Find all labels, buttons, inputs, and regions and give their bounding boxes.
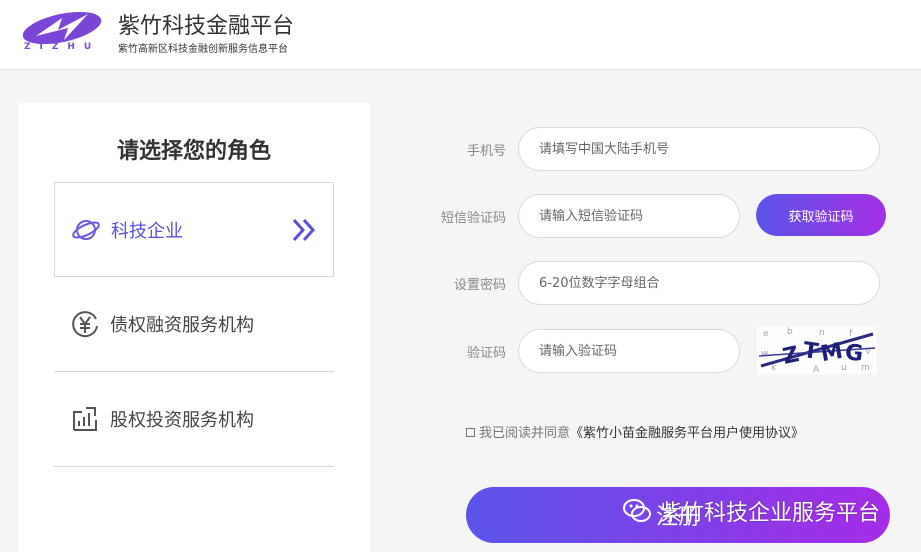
agreement-link[interactable]: 《紫竹小苗金融服务平台用户使用协议》 (570, 426, 804, 441)
role-title: 请选择您的角色 (116, 139, 271, 164)
password-input[interactable] (518, 261, 880, 305)
double-chevron-right-icon (292, 218, 316, 242)
sms-code-label: 短信验证码 (440, 211, 506, 226)
header: ZIZHU 紫竹科技金融平台 紫竹高新区科技金融创新服务信息平台 (0, 0, 921, 70)
planet-icon (72, 220, 100, 240)
role-label: 科技企业 (111, 221, 183, 242)
phone-label: 手机号 (466, 144, 506, 159)
agreement-row: 我已阅读并同意《紫竹小苗金融服务平台用户使用协议》 (466, 422, 804, 441)
get-sms-code-button[interactable]: 获取验证码 (756, 194, 886, 236)
phone-input[interactable] (518, 127, 880, 171)
svg-text:m: m (861, 363, 870, 373)
growth-chart-icon (73, 407, 97, 431)
svg-text:b: b (787, 327, 793, 337)
role-item-debt-financing[interactable]: 债权融资服务机构 (54, 277, 334, 372)
brand-subtitle: 紫竹高新区科技金融创新服务信息平台 (118, 44, 288, 55)
logo-letters: ZIZHU (24, 42, 101, 52)
svg-text:M: M (819, 339, 845, 367)
brand-title: 紫竹科技金融平台 (118, 14, 295, 39)
agreement-checkbox[interactable] (466, 428, 475, 437)
svg-text:n: n (819, 328, 825, 338)
role-item-equity-investment[interactable]: 股权投资服务机构 (54, 372, 334, 467)
svg-text:w: w (761, 349, 768, 359)
svg-text:G: G (844, 340, 865, 367)
sms-code-input[interactable] (518, 194, 740, 238)
agreement-text: 我已阅读并同意 (479, 426, 571, 441)
watermark-text: 紫竹科技企业服务平台 (660, 501, 881, 526)
wechat-watermark: 紫竹科技企业服务平台 (622, 494, 880, 528)
captcha-image[interactable]: ebnf w vk A um Z T M G (757, 326, 877, 374)
password-label: 设置密码 (453, 278, 506, 293)
role-item-tech-enterprise[interactable]: 科技企业 (54, 182, 334, 277)
role-panel: 请选择您的角色 科技企业 债权融资服务机构 股权投资服务机构 (18, 103, 370, 552)
svg-text:k: k (771, 363, 777, 373)
role-label: 债权融资服务机构 (110, 315, 254, 336)
svg-text:e: e (763, 329, 769, 339)
svg-text:A: A (813, 365, 820, 374)
captcha-label: 验证码 (466, 346, 506, 361)
role-label: 股权投资服务机构 (110, 410, 254, 431)
captcha-input[interactable] (518, 329, 740, 373)
yen-coin-icon (72, 311, 98, 338)
wechat-icon (623, 499, 651, 522)
